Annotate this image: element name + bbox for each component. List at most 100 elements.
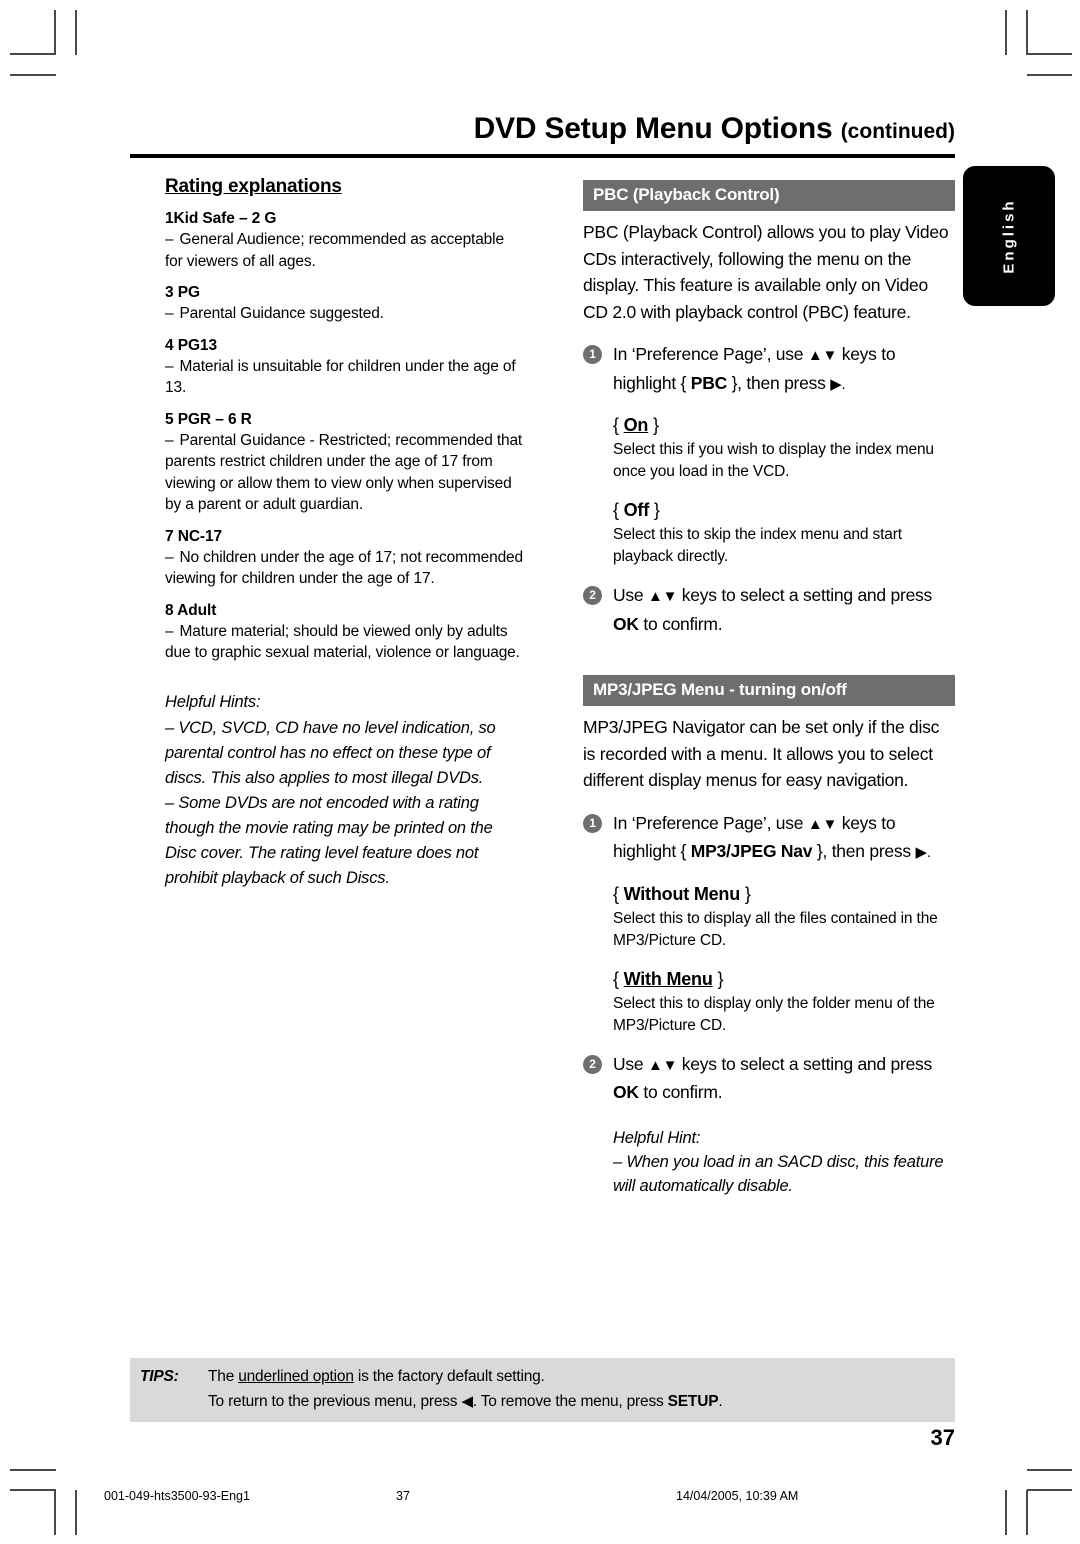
option-name: Off <box>623 500 650 520</box>
helpful-hints-title: Helpful Hints: <box>165 692 261 711</box>
updown-keys-icon: ▲▼ <box>807 815 838 833</box>
step-number-badge: 1 <box>583 813 602 833</box>
rating-title: 7 NC-17 <box>165 527 223 545</box>
rating-body: – Parental Guidance suggested. <box>165 303 525 325</box>
option-description: Select this to display only the folder m… <box>613 994 935 1034</box>
dash-marker: – <box>165 231 174 248</box>
language-tab-label: English <box>1000 198 1018 274</box>
crop-mark-bottom-right <box>1027 1469 1072 1471</box>
step-text-suffix: }, then press <box>726 372 831 393</box>
updown-keys-icon: ▲▼ <box>807 347 838 364</box>
rating-title: 1Kid Safe – 2 G <box>165 210 277 227</box>
rating-body-text: Material is unsuitable for children unde… <box>165 357 516 397</box>
tips-line1-pre: The <box>208 1368 239 1385</box>
brace-close: } <box>648 415 659 435</box>
brace-open: { <box>613 883 624 904</box>
crop-mark-top-left <box>75 10 77 55</box>
brace-close: } <box>712 968 724 989</box>
rating-body-text: General Audience; recommended as accepta… <box>165 231 504 270</box>
crop-mark-top-right <box>1027 74 1072 76</box>
rating-body: – Parental Guidance - Restricted; recomme… <box>165 430 525 516</box>
page-title-main: DVD Setup Menu Options <box>473 112 833 145</box>
dash-marker: – <box>165 622 174 640</box>
pbc-section-header: PBC (Playback Control) <box>583 180 955 211</box>
crop-mark-top-left <box>54 10 56 55</box>
option-label: { Off } <box>613 497 955 523</box>
print-footer-filename: 001-049-hts3500-93-Eng1 <box>104 1489 250 1503</box>
rating-explanations-heading: Rating explanations <box>165 176 342 197</box>
option-description: Select this if you wish to display the i… <box>613 441 934 480</box>
step-text-suffix: to confirm. <box>638 1082 723 1102</box>
step-text-suffix: to confirm. <box>638 613 723 634</box>
rating-body: – Mature material; should be viewed only … <box>165 621 525 664</box>
left-arrow-icon: ◀ <box>461 1393 473 1410</box>
tips-line2-mid: . To remove the menu, press <box>472 1393 668 1410</box>
helpful-hint-title: Helpful Hint: <box>613 1128 701 1147</box>
mp3-option-without-menu: { Without Menu } Select this to display … <box>583 881 955 952</box>
header-rule <box>130 154 955 158</box>
helpful-hint-item: – VCD, SVCD, CD have no level indication… <box>165 718 496 787</box>
brace-close: } <box>740 883 751 904</box>
page-number: 37 <box>930 1425 955 1450</box>
ok-button-name: OK <box>613 613 639 634</box>
mp3-section-header: MP3/JPEG Menu - turning on/off <box>583 675 955 706</box>
rating-entry: 4 PG13 – Material is unsuitable for child… <box>165 337 525 399</box>
tips-line-1: TIPS: The underlined option is the factor… <box>130 1364 955 1389</box>
updown-keys-icon: ▲▼ <box>647 1056 678 1074</box>
mp3-step-1: 1 In ‘Preference Page’, use ▲▼ keys to hi… <box>583 810 955 867</box>
tips-line1-post: is the factory default setting. <box>353 1368 545 1385</box>
step-text-suffix: }, then press <box>812 841 916 861</box>
rating-body: – Material is unsuitable for children und… <box>165 356 525 399</box>
helpful-hint-text: – When you load in an SACD disc, this fe… <box>613 1152 944 1195</box>
crop-mark-bottom-left <box>10 1469 56 1471</box>
pbc-step-1: 1 In ‘Preference Page’, use ▲▼ keys to hi… <box>583 341 955 398</box>
tips-box: TIPS: The underlined option is the factor… <box>130 1358 955 1422</box>
crop-mark-top-left <box>10 74 56 76</box>
updown-keys-icon: ▲▼ <box>647 588 678 605</box>
right-arrow-icon: ▶. <box>830 375 846 393</box>
step-text-mid: keys to select a setting and press <box>677 585 933 605</box>
print-footer-date: 14/04/2005, 10:39 AM <box>676 1489 799 1503</box>
rating-title: 4 PG13 <box>165 336 217 354</box>
rating-entry: 7 NC-17 – No children under the age of 17… <box>165 528 525 590</box>
tips-label: TIPS: <box>140 1368 179 1385</box>
option-name: With Menu <box>623 968 713 989</box>
rating-body-text: No children under the age of 17; not rec… <box>165 548 523 588</box>
option-label: { Without Menu } <box>613 881 955 907</box>
right-arrow-icon: ▶. <box>915 844 931 861</box>
print-footer: 001-049-hts3500-93-Eng1 37 14/04/2005, 1… <box>0 1489 1080 1513</box>
setup-button-name: SETUP <box>667 1393 719 1410</box>
dash-marker: – <box>165 548 174 566</box>
crop-mark-top-left <box>10 53 56 55</box>
helpful-hint-item: – Some DVDs are not encoded with a ratin… <box>165 793 493 887</box>
brace-open: { <box>613 415 624 435</box>
dash-marker: – <box>165 305 174 322</box>
step-number-badge: 2 <box>583 586 602 605</box>
rating-entry: 3 PG – Parental Guidance suggested. <box>165 284 525 325</box>
step-number-badge: 1 <box>583 345 602 364</box>
rating-entry: 5 PGR – 6 R – Parental Guidance - Restric… <box>165 411 525 516</box>
brace-open: { <box>613 968 624 989</box>
option-description: Select this to display all the files con… <box>613 909 938 949</box>
pbc-step-2: 2 Use ▲▼ keys to select a setting and pre… <box>583 582 955 637</box>
pbc-option-off: { Off } Select this to skip the index me… <box>583 497 955 568</box>
rating-body: – No children under the age of 17; not re… <box>165 547 525 590</box>
rating-title: 5 PGR – 6 R <box>165 410 252 428</box>
tips-line2-pre: To return to the previous menu, press <box>208 1393 462 1410</box>
pbc-option-on: { On } Select this if you wish to displa… <box>583 412 955 483</box>
option-description: Select this to skip the index menu and s… <box>613 526 902 565</box>
language-tab: English <box>963 166 1055 306</box>
rating-title: 8 Adult <box>165 601 217 619</box>
page-title-continued: (continued) <box>840 120 955 143</box>
step-text-prefix: Use <box>613 585 648 605</box>
ok-button-name: OK <box>613 1082 639 1102</box>
rating-body-text: Mature material; should be viewed only b… <box>165 622 520 662</box>
step-text-prefix: Use <box>613 1053 648 1074</box>
pbc-intro-text: PBC (Playback Control) allows you to pla… <box>583 222 949 322</box>
mp3-intro-text: MP3/JPEG Navigator can be set only if th… <box>583 717 940 790</box>
option-name: Without Menu <box>623 883 741 904</box>
